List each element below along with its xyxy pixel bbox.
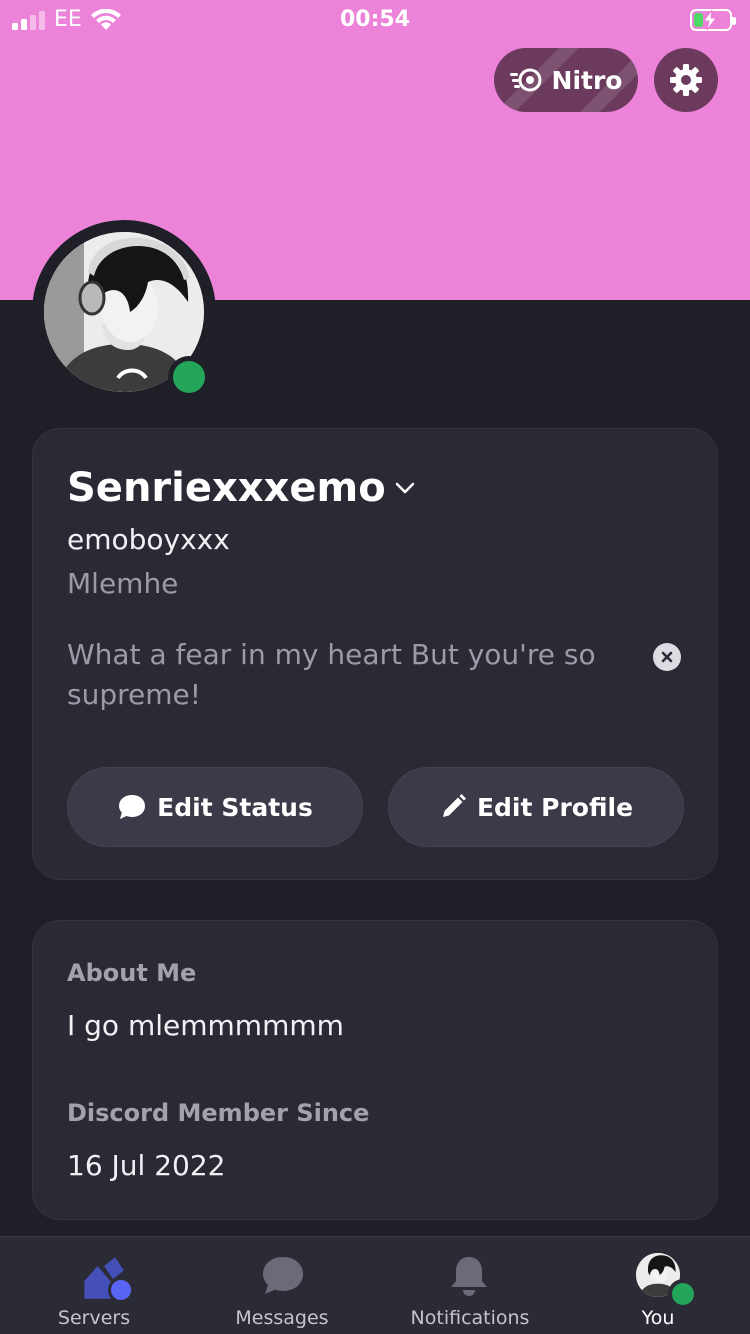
username: emoboyxxx	[67, 523, 230, 556]
close-icon	[661, 651, 673, 663]
online-status-indicator	[668, 1279, 698, 1309]
bell-icon	[451, 1257, 487, 1296]
about-card: About Me I go mlemmmmmm Discord Member S…	[32, 920, 718, 1220]
nav-notifications[interactable]: Notifications	[376, 1237, 564, 1334]
display-name: Senriexxxemo	[67, 465, 386, 511]
nav-servers[interactable]: Servers	[0, 1237, 188, 1334]
chevron-down-icon	[395, 482, 414, 494]
status-bar: EE 00:54	[0, 0, 750, 40]
nav-you[interactable]: You	[564, 1237, 750, 1334]
member-since-date: 16 Jul 2022	[67, 1149, 226, 1182]
edit-status-label: Edit Status	[157, 792, 313, 822]
pencil-icon	[442, 794, 466, 817]
edit-profile-button[interactable]: Edit Profile	[388, 767, 684, 847]
edit-status-button[interactable]: Edit Status	[67, 767, 363, 847]
pronouns: Mlemhe	[67, 567, 179, 600]
servers-badge	[108, 1277, 134, 1303]
clock: 00:54	[339, 7, 411, 32]
online-status-indicator	[168, 356, 210, 398]
custom-status-text[interactable]: What a fear in my heart But you're so su…	[67, 635, 607, 715]
nav-notifications-label: Notifications	[410, 1307, 530, 1329]
nitro-label: Nitro	[551, 65, 623, 95]
nitro-button[interactable]: Nitro	[494, 48, 638, 112]
edit-profile-label: Edit Profile	[476, 792, 634, 822]
settings-button[interactable]	[654, 48, 718, 112]
nav-servers-label: Servers	[57, 1307, 131, 1329]
about-me-heading: About Me	[67, 959, 197, 987]
nitro-icon	[509, 68, 542, 92]
speech-bubble-icon	[119, 795, 146, 819]
charging-bolt-icon	[703, 9, 717, 31]
battery-icon	[690, 9, 736, 31]
about-me-text: I go mlemmmmmm	[67, 1009, 344, 1042]
gear-icon	[670, 64, 702, 96]
nav-messages-label: Messages	[235, 1307, 329, 1329]
bottom-navigation: Servers Messages Notifications You	[0, 1236, 750, 1334]
chat-bubble-icon	[263, 1257, 303, 1294]
nav-you-label: You	[641, 1307, 675, 1329]
clear-status-button[interactable]	[653, 643, 681, 671]
member-since-heading: Discord Member Since	[67, 1099, 370, 1127]
nav-messages[interactable]: Messages	[188, 1237, 376, 1334]
profile-card: Senriexxxemo emoboyxxx Mlemhe What a fea…	[32, 428, 718, 880]
display-name-switcher[interactable]: Senriexxxemo	[67, 465, 416, 511]
